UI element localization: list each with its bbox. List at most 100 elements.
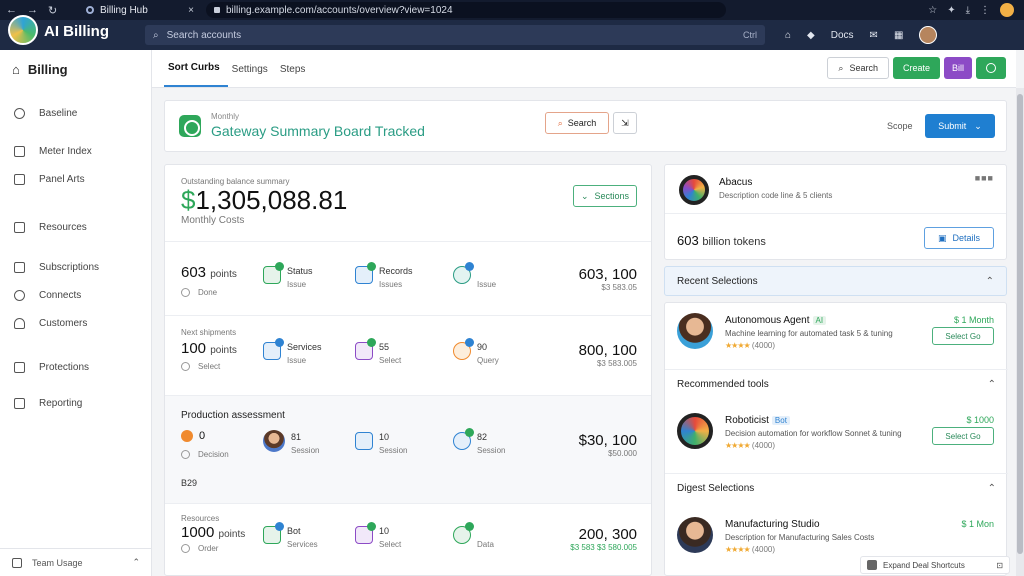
forward-arrow-icon[interactable]: → — [27, 4, 38, 17]
sidebar-item-label: Baseline — [39, 107, 78, 119]
sidebar-item-meter-index[interactable]: Meter Index — [0, 137, 151, 165]
status-button[interactable] — [976, 57, 1006, 79]
digest-selections-header[interactable]: Digest Selections ⌃ — [665, 473, 1008, 503]
star-icon[interactable]: ☆ — [928, 5, 937, 16]
scrollbar-thumb[interactable] — [1017, 94, 1023, 554]
select-button[interactable]: Select Go — [932, 327, 994, 345]
row-value-unit: points — [210, 345, 237, 356]
chevron-up-icon[interactable]: ⌃ — [988, 379, 996, 390]
tab-close-icon[interactable]: × — [188, 5, 194, 16]
global-search-input[interactable]: ⌕ Search accounts Ctrl — [145, 25, 765, 45]
hero-search-button[interactable]: ⌕ Search — [545, 112, 609, 134]
profile-avatar[interactable] — [1000, 3, 1014, 17]
row-status-label: Select — [198, 362, 221, 371]
chevron-up-icon[interactable]: ⌃ — [132, 557, 140, 568]
row-amount-sub: $3 583.05 — [601, 283, 637, 292]
row-value-number: 603 — [181, 264, 207, 281]
hero-export-button[interactable]: ⇲ — [613, 112, 637, 134]
star-rating-icon: ★★★★ — [725, 545, 751, 554]
agent-avatar — [677, 313, 713, 349]
sidebar-title[interactable]: ⌂ Billing — [0, 50, 151, 89]
chevron-down-icon: ⌄ — [580, 190, 589, 201]
extension-icon[interactable]: ✦ — [947, 5, 955, 16]
clock-icon — [14, 107, 25, 119]
select-button[interactable]: Select Go — [932, 427, 994, 445]
app-name: AI Billing — [44, 22, 109, 40]
user-avatar[interactable] — [919, 26, 938, 44]
summary-subtitle: Monthly Costs — [181, 215, 245, 226]
row-metric-sub: Select — [379, 540, 402, 549]
star-rating-icon: ★★★★ — [725, 341, 751, 350]
back-arrow-icon[interactable]: ← — [6, 4, 17, 17]
shortcut-toast[interactable]: Expand Deal Shortcuts ⊡ — [860, 556, 1010, 574]
toolbar-search-button[interactable]: ⌕ Search — [827, 57, 889, 79]
section-title: Production assessment — [181, 410, 285, 421]
sidebar-item-reporting[interactable]: Reporting — [0, 389, 151, 417]
section-metric-sub: Session — [477, 446, 506, 455]
sidebar-item-label: Resources — [39, 221, 87, 233]
toast-label: Expand Deal Shortcuts — [883, 560, 965, 570]
toolbar-search-label: Search — [849, 63, 878, 73]
section-title: Recent Selections — [677, 275, 758, 287]
home-icon[interactable]: ⌂ — [785, 30, 791, 41]
box-icon — [14, 221, 25, 233]
download-icon[interactable]: ⤓ — [966, 5, 970, 16]
sidebar-item-connects[interactable]: Connects — [0, 281, 151, 309]
section-status: Decision — [181, 450, 229, 459]
table-row[interactable]: Resources 1000 points Order Bot Services … — [165, 503, 651, 575]
row-value-unit: points — [218, 529, 246, 540]
docs-link[interactable]: Docs — [831, 30, 854, 41]
details-button[interactable]: ▣ Details — [924, 227, 994, 249]
browser-menu-icon[interactable]: ⋮ — [980, 5, 990, 16]
tab-steps[interactable]: Steps — [276, 64, 314, 87]
row-amount-value: 800, 100 — [578, 342, 637, 359]
row-status-label: Order — [198, 544, 219, 553]
browser-actions: ☆ ✦ ⤓ ⋮ — [928, 3, 1024, 17]
notifications-icon[interactable]: ✉ — [870, 30, 878, 41]
tokens-unit: billion tokens — [702, 236, 766, 248]
browser-chrome: ← → ↻ Billing Hub × billing.example.com/… — [0, 0, 1024, 50]
selections-card: Autonomous Agent AI Machine learning for … — [664, 302, 1008, 576]
calendar-icon[interactable]: ▦ — [894, 30, 903, 41]
recent-selections-header[interactable]: Recent Selections ⌃ — [664, 266, 1007, 296]
sidebar-footer[interactable]: Team Usage ⌃ — [0, 548, 152, 576]
item-rating: ★★★★ (4000) — [725, 441, 775, 450]
recommended-tools-header[interactable]: Recommended tools ⌃ — [665, 369, 1008, 399]
item-tag: AI — [812, 316, 827, 325]
apps-icon[interactable]: ◆ — [807, 30, 815, 41]
bill-button[interactable]: Bill — [943, 57, 972, 79]
sidebar-nav: Baseline Meter Index Panel Arts Resource… — [0, 99, 151, 417]
sidebar-item-baseline[interactable]: Baseline — [0, 99, 151, 127]
sections-button[interactable]: ⌄ Sections — [573, 185, 637, 207]
chevron-up-icon[interactable]: ⌃ — [988, 483, 996, 494]
reload-icon[interactable]: ↻ — [48, 4, 57, 17]
sidebar-item-resources[interactable]: Resources — [0, 213, 151, 241]
table-row[interactable]: 603 points Done Status Issue Records Issue… — [165, 241, 651, 315]
sidebar-item-protections[interactable]: Protections — [0, 353, 151, 381]
tab-sort-curbs[interactable]: Sort Curbs — [164, 62, 228, 87]
browser-tab[interactable]: Billing Hub × — [80, 5, 200, 16]
sidebar-item-customers[interactable]: Customers — [0, 309, 151, 337]
row-caption: Resources — [181, 514, 220, 523]
item-name: Manufacturing Studio — [725, 519, 820, 530]
address-bar[interactable]: billing.example.com/accounts/overview?vi… — [206, 2, 726, 18]
sidebar-item-panel-arts[interactable]: Panel Arts — [0, 165, 151, 193]
list-item[interactable]: Roboticist Bot Decision automation for wo… — [665, 403, 1008, 467]
home-icon: ⌂ — [12, 62, 20, 77]
brand-logo-icon — [8, 15, 38, 45]
submit-button[interactable]: Submit ⌄ — [925, 114, 995, 138]
more-icon[interactable]: ■■■ — [975, 173, 994, 183]
table-row[interactable]: Next shipments 100 points Select Service… — [165, 315, 651, 395]
tab-settings[interactable]: Settings — [228, 64, 276, 87]
sidebar-item-subscriptions[interactable]: Subscriptions — [0, 253, 151, 281]
tokens-value: 603 billion tokens — [677, 233, 766, 248]
status-icon — [181, 430, 193, 443]
create-button[interactable]: Create — [892, 57, 940, 79]
list-item[interactable]: Autonomous Agent AI Machine learning for … — [665, 303, 1008, 367]
chevron-up-icon[interactable]: ⌃ — [986, 276, 994, 287]
face-icon — [263, 430, 285, 452]
edit-icon — [14, 173, 25, 185]
item-name: Roboticist Bot — [725, 415, 790, 426]
lock-icon[interactable]: ⊡ — [996, 561, 1003, 570]
page-scrollbar[interactable] — [1016, 88, 1024, 576]
